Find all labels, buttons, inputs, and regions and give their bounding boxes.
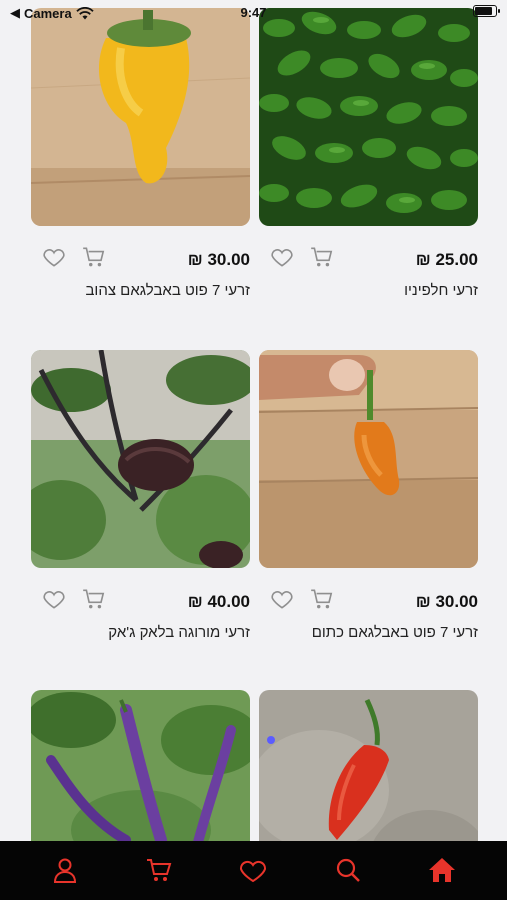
product-image[interactable] xyxy=(259,690,478,841)
tab-search[interactable] xyxy=(333,855,363,885)
user-icon xyxy=(54,858,77,883)
product-card[interactable]: ₪ 25.00 זרעי חלפיניו xyxy=(259,8,478,299)
home-icon xyxy=(428,857,455,882)
purple-pepper-image xyxy=(31,690,250,841)
heart-icon xyxy=(240,860,267,882)
favorite-heart-icon[interactable] xyxy=(269,244,295,270)
product-card[interactable] xyxy=(259,690,478,841)
red-pepper-image xyxy=(259,690,478,841)
tab-home[interactable] xyxy=(427,855,457,885)
product-card[interactable]: ₪ 40.00 זרעי מורוגה בלאק ג'אק xyxy=(31,350,250,641)
product-image[interactable] xyxy=(259,8,478,226)
product-price: ₪ 40.00 xyxy=(187,592,250,611)
product-actions xyxy=(41,244,107,270)
product-grid[interactable]: ₪ 30.00 זרעי 7 פוט באבלגאם צהוב ₪ 25.00 … xyxy=(0,0,507,841)
product-price: ₪ 25.00 xyxy=(415,250,478,269)
cart-icon xyxy=(147,858,172,881)
battery-fill xyxy=(475,7,492,15)
product-actions xyxy=(269,244,335,270)
status-bar: ◀ Camera 9:47 xyxy=(0,0,507,26)
product-card[interactable]: ₪ 30.00 זרעי 7 פוט באבלגאם כתום xyxy=(259,350,478,641)
battery-icon xyxy=(473,5,500,17)
add-to-cart-icon[interactable] xyxy=(309,586,335,612)
product-card[interactable] xyxy=(31,690,250,841)
product-image[interactable] xyxy=(259,350,478,568)
favorite-heart-icon[interactable] xyxy=(269,586,295,612)
product-meta: ₪ 40.00 xyxy=(31,568,250,630)
favorite-heart-icon[interactable] xyxy=(41,244,67,270)
tab-bar xyxy=(0,841,507,900)
add-to-cart-icon[interactable] xyxy=(309,244,335,270)
product-price: ₪ 30.00 xyxy=(415,592,478,611)
product-card[interactable]: ₪ 30.00 זרעי 7 פוט באבלגאם צהוב xyxy=(31,8,250,299)
product-meta: ₪ 30.00 xyxy=(259,568,478,630)
favorite-heart-icon[interactable] xyxy=(41,586,67,612)
orange-pepper-image xyxy=(259,350,478,568)
product-image[interactable] xyxy=(31,350,250,568)
add-to-cart-icon[interactable] xyxy=(81,244,107,270)
tab-profile[interactable] xyxy=(50,855,80,885)
product-actions xyxy=(269,586,335,612)
product-meta: ₪ 25.00 xyxy=(259,226,478,288)
yellow-pepper-image xyxy=(31,8,250,226)
product-price: ₪ 30.00 xyxy=(187,250,250,269)
product-meta: ₪ 30.00 xyxy=(31,226,250,288)
product-actions xyxy=(41,586,107,612)
black-pepper-image xyxy=(31,350,250,568)
search-icon xyxy=(336,858,360,882)
status-time: 9:47 xyxy=(240,5,267,20)
add-to-cart-icon[interactable] xyxy=(81,586,107,612)
tab-favorites[interactable] xyxy=(238,855,268,885)
product-image[interactable] xyxy=(31,8,250,226)
jalapeno-image xyxy=(259,8,478,226)
product-image[interactable] xyxy=(31,690,250,841)
tab-cart[interactable] xyxy=(144,855,174,885)
